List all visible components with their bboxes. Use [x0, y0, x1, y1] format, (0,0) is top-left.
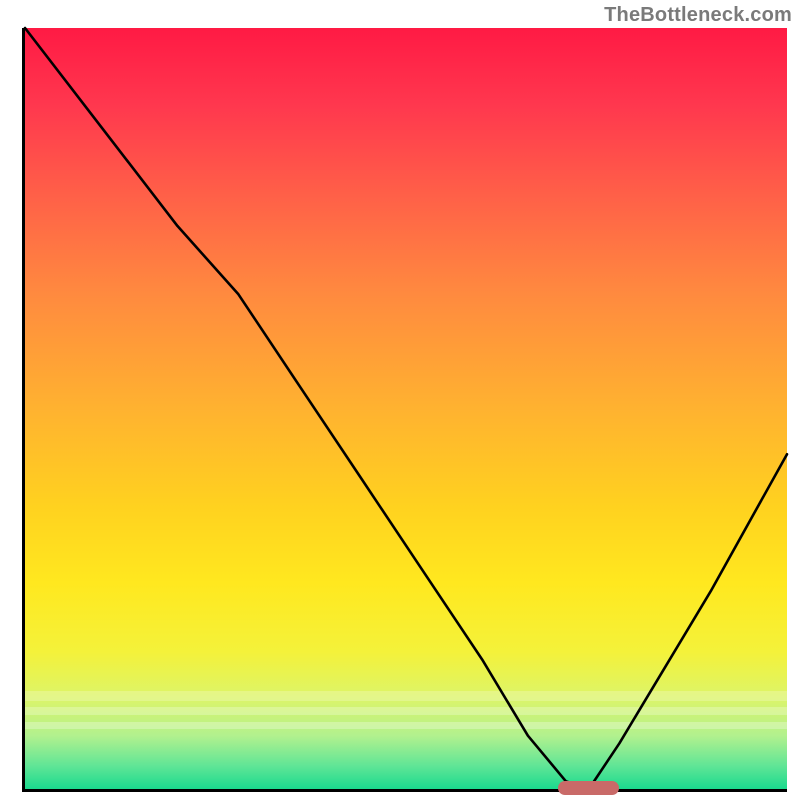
- bottleneck-curve: [25, 28, 787, 789]
- watermark-text: TheBottleneck.com: [604, 4, 792, 27]
- plot-area: [22, 28, 787, 792]
- optimum-marker: [558, 781, 619, 795]
